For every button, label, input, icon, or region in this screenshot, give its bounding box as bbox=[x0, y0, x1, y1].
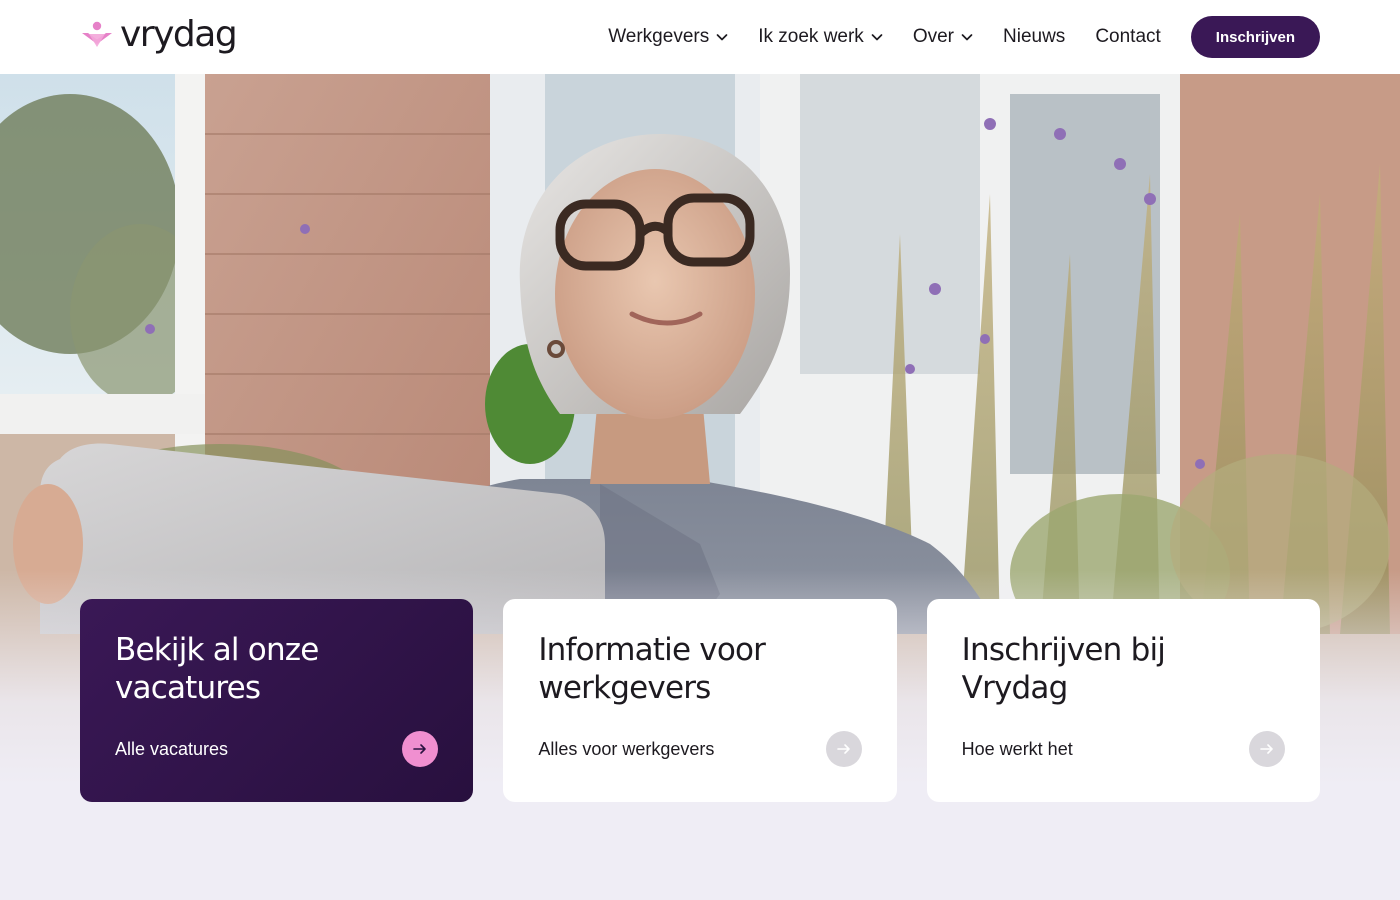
card-footer: Alle vacatures bbox=[115, 731, 439, 767]
arrow-right-button[interactable] bbox=[402, 731, 439, 767]
nav-label: Over bbox=[912, 26, 954, 47]
site-header: vrydag Werkgevers Ik zoek werk Over Nieu… bbox=[0, 0, 1400, 74]
hero-cards: Bekijk al onze vacatures Alle vacatures … bbox=[80, 599, 1320, 802]
nav-item-nieuws[interactable]: Nieuws bbox=[1003, 26, 1065, 48]
nav-item-werkgevers[interactable]: Werkgevers bbox=[608, 26, 728, 48]
card-title-line: Informatie voor bbox=[538, 632, 766, 668]
nav-item-contact[interactable]: Contact bbox=[1095, 26, 1160, 48]
vrydag-logo[interactable]: vrydag bbox=[80, 14, 238, 55]
card-title-line: Vrydag bbox=[961, 670, 1069, 706]
nav-label: Contact bbox=[1095, 26, 1161, 47]
card-link-alle-vacatures[interactable]: Alle vacatures bbox=[115, 739, 228, 760]
chevron-down-icon bbox=[716, 34, 728, 41]
card-werkgevers[interactable]: Informatie voor werkgevers Alles voor we… bbox=[503, 599, 897, 802]
inschrijven-button[interactable]: Inschrijven bbox=[1190, 16, 1320, 58]
card-footer: Hoe werkt het bbox=[962, 731, 1285, 767]
card-inschrijven[interactable]: Inschrijven bij Vrydag Hoe werkt het bbox=[926, 599, 1320, 802]
nav-label: Werkgevers bbox=[608, 26, 710, 47]
nav-item-ik-zoek-werk[interactable]: Ik zoek werk bbox=[758, 26, 883, 48]
main-nav: Werkgevers Ik zoek werk Over Nieuws Cont… bbox=[608, 16, 1320, 58]
nav-label: Nieuws bbox=[1003, 26, 1066, 47]
arrow-right-button[interactable] bbox=[825, 731, 862, 767]
card-title-line: Inschrijven bij bbox=[961, 632, 1166, 668]
card-title: Inschrijven bij Vrydag bbox=[962, 631, 1285, 707]
card-title-line: Bekijk al onze bbox=[115, 632, 319, 668]
card-title-line: werkgevers bbox=[538, 670, 711, 706]
nav-item-over[interactable]: Over bbox=[913, 26, 973, 48]
card-link-hoe-werkt-het[interactable]: Hoe werkt het bbox=[962, 739, 1073, 760]
card-footer: Alles voor werkgevers bbox=[538, 731, 862, 767]
chevron-down-icon bbox=[961, 34, 973, 41]
card-link-alles-voor-werkgevers[interactable]: Alles voor werkgevers bbox=[538, 739, 714, 760]
arrow-right-icon bbox=[413, 744, 427, 754]
logo-mark-icon bbox=[82, 21, 112, 47]
card-title: Bekijk al onze vacatures bbox=[115, 631, 438, 707]
arrow-right-icon bbox=[1260, 744, 1273, 754]
arrow-right-button[interactable] bbox=[1248, 731, 1285, 767]
card-title: Informatie voor werkgevers bbox=[538, 631, 861, 707]
arrow-right-icon bbox=[836, 744, 850, 754]
card-title-line: vacatures bbox=[115, 670, 261, 706]
chevron-down-icon bbox=[871, 34, 883, 41]
card-vacatures[interactable]: Bekijk al onze vacatures Alle vacatures bbox=[80, 599, 474, 802]
nav-label: Ik zoek werk bbox=[758, 26, 864, 47]
logo-wordmark: vrydag bbox=[120, 14, 238, 55]
